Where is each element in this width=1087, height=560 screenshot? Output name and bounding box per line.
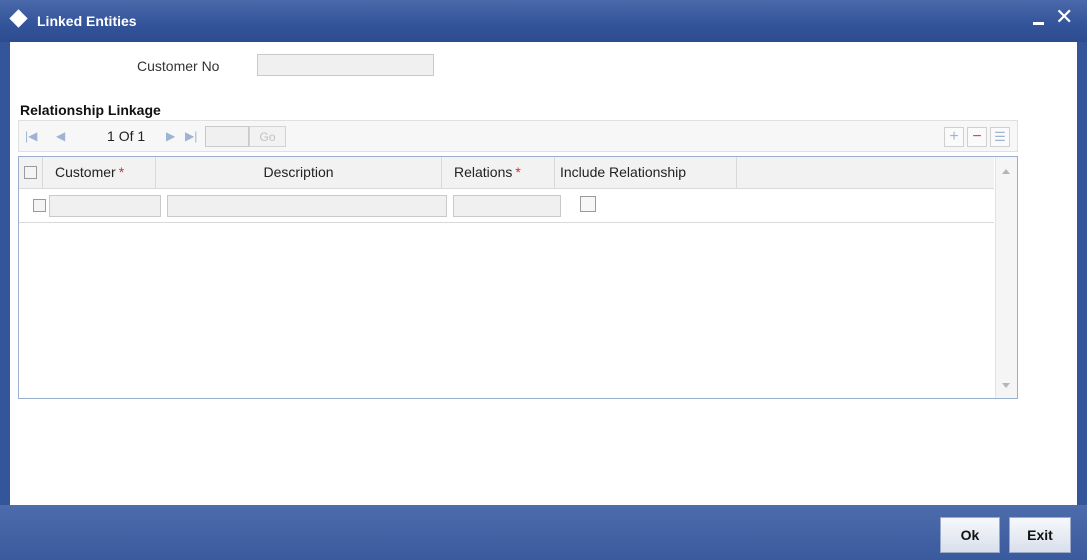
list-icon: ☰ — [994, 129, 1006, 144]
table-row[interactable] — [19, 189, 994, 223]
grid-header: Customer * Description Relations * Include… — [19, 157, 994, 189]
current-page: 1 — [107, 128, 115, 144]
include-relationship-checkbox[interactable] — [580, 196, 596, 212]
column-header-customer[interactable]: Customer * — [43, 157, 156, 188]
goto-page-input[interactable] — [205, 126, 249, 147]
row-select-checkbox[interactable] — [33, 199, 46, 212]
close-button[interactable]: ✕ — [1055, 6, 1073, 28]
select-all-cell — [19, 157, 43, 188]
page-indicator: 1 Of 1 — [107, 128, 145, 144]
column-header-include-relationship[interactable]: Include Relationship — [555, 157, 737, 188]
column-header-description[interactable]: Description — [156, 157, 442, 188]
select-all-checkbox[interactable] — [24, 166, 37, 179]
next-page-icon[interactable]: ▶ — [166, 129, 175, 143]
footer-bar: Ok Exit — [0, 505, 1087, 560]
ok-button[interactable]: Ok — [940, 517, 1000, 553]
relations-input[interactable] — [453, 195, 561, 217]
column-header-relations[interactable]: Relations * — [442, 157, 555, 188]
scroll-up-arrow-icon[interactable] — [1002, 169, 1010, 174]
required-marker: * — [515, 164, 521, 180]
single-view-button[interactable]: ☰ — [990, 127, 1010, 147]
previous-page-icon[interactable]: ◀ — [56, 129, 65, 143]
window-title: Linked Entities — [37, 13, 137, 29]
customer-no-input[interactable] — [257, 54, 434, 76]
description-input[interactable] — [167, 195, 447, 217]
linked-entities-window: Linked Entities ✕ Customer No Relationsh… — [0, 0, 1087, 560]
first-page-icon[interactable]: |◀ — [25, 129, 37, 143]
total-pages: 1 — [137, 128, 146, 144]
delete-row-button[interactable]: − — [967, 127, 987, 147]
scroll-down-arrow-icon[interactable] — [1002, 383, 1010, 388]
title-bar[interactable]: Linked Entities ✕ — [0, 0, 1087, 42]
exit-button[interactable]: Exit — [1009, 517, 1071, 553]
minimize-button[interactable] — [1033, 22, 1044, 25]
plus-icon: + — [949, 128, 959, 145]
customer-no-label: Customer No — [137, 58, 220, 74]
section-title: Relationship Linkage — [20, 102, 161, 118]
grid-navigation-bar: |◀ ◀ 1 Of 1 ▶ ▶| Go + − ☰ — [18, 120, 1018, 152]
relationship-grid: Customer * Description Relations * Include… — [18, 156, 1018, 399]
add-row-button[interactable]: + — [944, 127, 964, 147]
customer-input[interactable] — [49, 195, 161, 217]
vertical-scrollbar[interactable] — [995, 157, 1017, 398]
diamond-icon — [9, 9, 28, 28]
required-marker: * — [118, 164, 125, 180]
last-page-icon[interactable]: ▶| — [185, 129, 197, 143]
go-button[interactable]: Go — [249, 126, 286, 147]
minus-icon: − — [972, 128, 982, 145]
of-label: Of — [118, 128, 134, 144]
